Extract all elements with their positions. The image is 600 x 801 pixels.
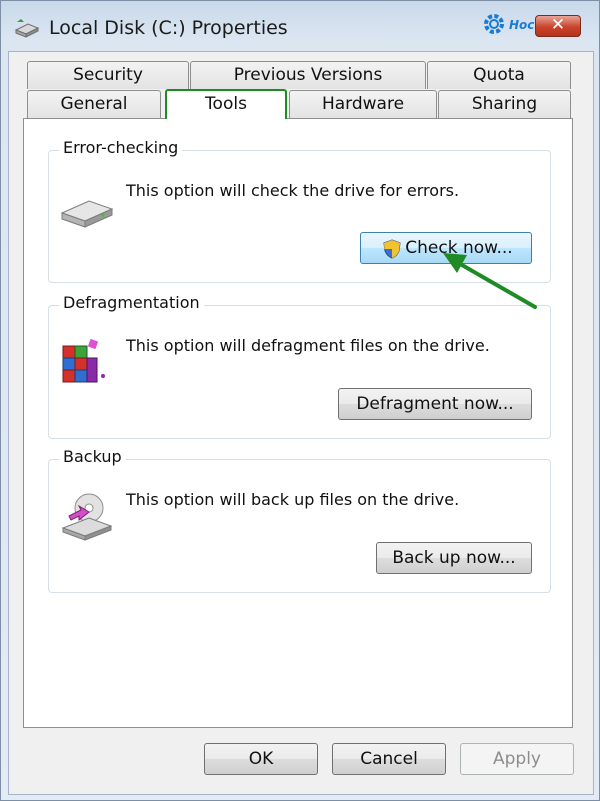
ok-button[interactable]: OK	[204, 743, 318, 775]
tab-quota[interactable]: Quota	[427, 61, 571, 89]
defragment-now-button[interactable]: Defragment now...	[338, 388, 532, 420]
group-description: This option will check the drive for err…	[126, 181, 460, 200]
button-label: Back up now...	[392, 548, 516, 568]
tab-label: Security	[73, 65, 143, 85]
tab-hardware[interactable]: Hardware	[289, 90, 437, 118]
tab-sharing[interactable]: Sharing	[438, 90, 571, 118]
tab-security[interactable]: Security	[27, 61, 189, 89]
group-title: Defragmentation	[59, 293, 204, 312]
button-label: Cancel	[360, 749, 418, 769]
tab-previous-versions[interactable]: Previous Versions	[190, 61, 426, 89]
check-now-button[interactable]: Check now...	[360, 232, 532, 264]
button-label: OK	[248, 749, 274, 769]
button-label: Defragment now...	[356, 394, 514, 414]
button-label: Check now...	[405, 238, 513, 258]
title-bar[interactable]: Local Disk (C:) Properties Hocviet ✕	[1, 1, 600, 55]
tab-tools[interactable]: Tools	[165, 89, 287, 119]
group-title: Error-checking	[59, 138, 183, 157]
tab-label: General	[60, 94, 128, 114]
tab-general[interactable]: General	[27, 90, 161, 118]
hard-drive-icon	[60, 200, 114, 228]
defragment-icon	[62, 338, 105, 383]
properties-window: Local Disk (C:) Properties Hocviet ✕ Sec…	[0, 0, 600, 801]
cancel-button[interactable]: Cancel	[332, 743, 446, 775]
back-up-now-button[interactable]: Back up now...	[376, 542, 532, 574]
drive-title-icon	[14, 19, 40, 38]
tab-label: Quota	[473, 65, 525, 85]
gear-icon	[484, 14, 504, 34]
uac-shield-icon	[383, 239, 401, 259]
group-description: This option will defragment files on the…	[126, 336, 490, 355]
tab-label: Sharing	[471, 94, 538, 114]
backup-group: Backup This option will back up files on…	[48, 447, 551, 593]
defragmentation-group: Defragmentation This option will defragm…	[48, 293, 551, 439]
button-label: Apply	[493, 749, 541, 769]
error-checking-group: Error-checking This option will check th…	[48, 138, 551, 283]
tab-label: Tools	[205, 94, 247, 114]
tab-label: Hardware	[321, 94, 405, 114]
window-title: Local Disk (C:) Properties	[49, 17, 288, 39]
tab-label: Previous Versions	[233, 65, 383, 85]
group-description: This option will back up files on the dr…	[126, 490, 460, 509]
group-title: Backup	[59, 447, 126, 466]
close-button[interactable]: ✕	[535, 15, 581, 37]
close-icon: ✕	[550, 15, 566, 35]
backup-icon	[61, 493, 113, 541]
apply-button[interactable]: Apply	[460, 743, 574, 775]
